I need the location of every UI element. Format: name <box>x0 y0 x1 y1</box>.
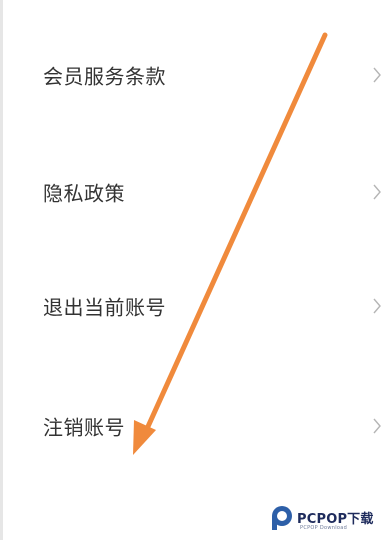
menu-item-label: 退出当前账号 <box>43 295 166 320</box>
menu-item-delete-account[interactable]: 注销账号 <box>0 396 390 456</box>
watermark: PCPOP下载 PCPOP Download <box>270 503 386 537</box>
settings-menu-list: 会员服务条款 隐私政策 退出当前账号 注销账号 <box>0 0 390 540</box>
menu-item-logout[interactable]: 退出当前账号 <box>0 276 390 336</box>
chevron-right-icon <box>372 182 382 202</box>
chevron-right-icon <box>372 65 382 85</box>
menu-item-label: 隐私政策 <box>43 181 125 206</box>
menu-item-privacy-policy[interactable]: 隐私政策 <box>0 162 390 222</box>
menu-item-label: 会员服务条款 <box>43 64 166 89</box>
menu-item-label: 注销账号 <box>43 415 125 440</box>
watermark-subtext: PCPOP Download <box>300 525 348 531</box>
pcpop-logo-icon <box>272 506 292 530</box>
chevron-right-icon <box>372 296 382 316</box>
chevron-right-icon <box>372 416 382 436</box>
menu-item-member-terms[interactable]: 会员服务条款 <box>0 45 390 105</box>
